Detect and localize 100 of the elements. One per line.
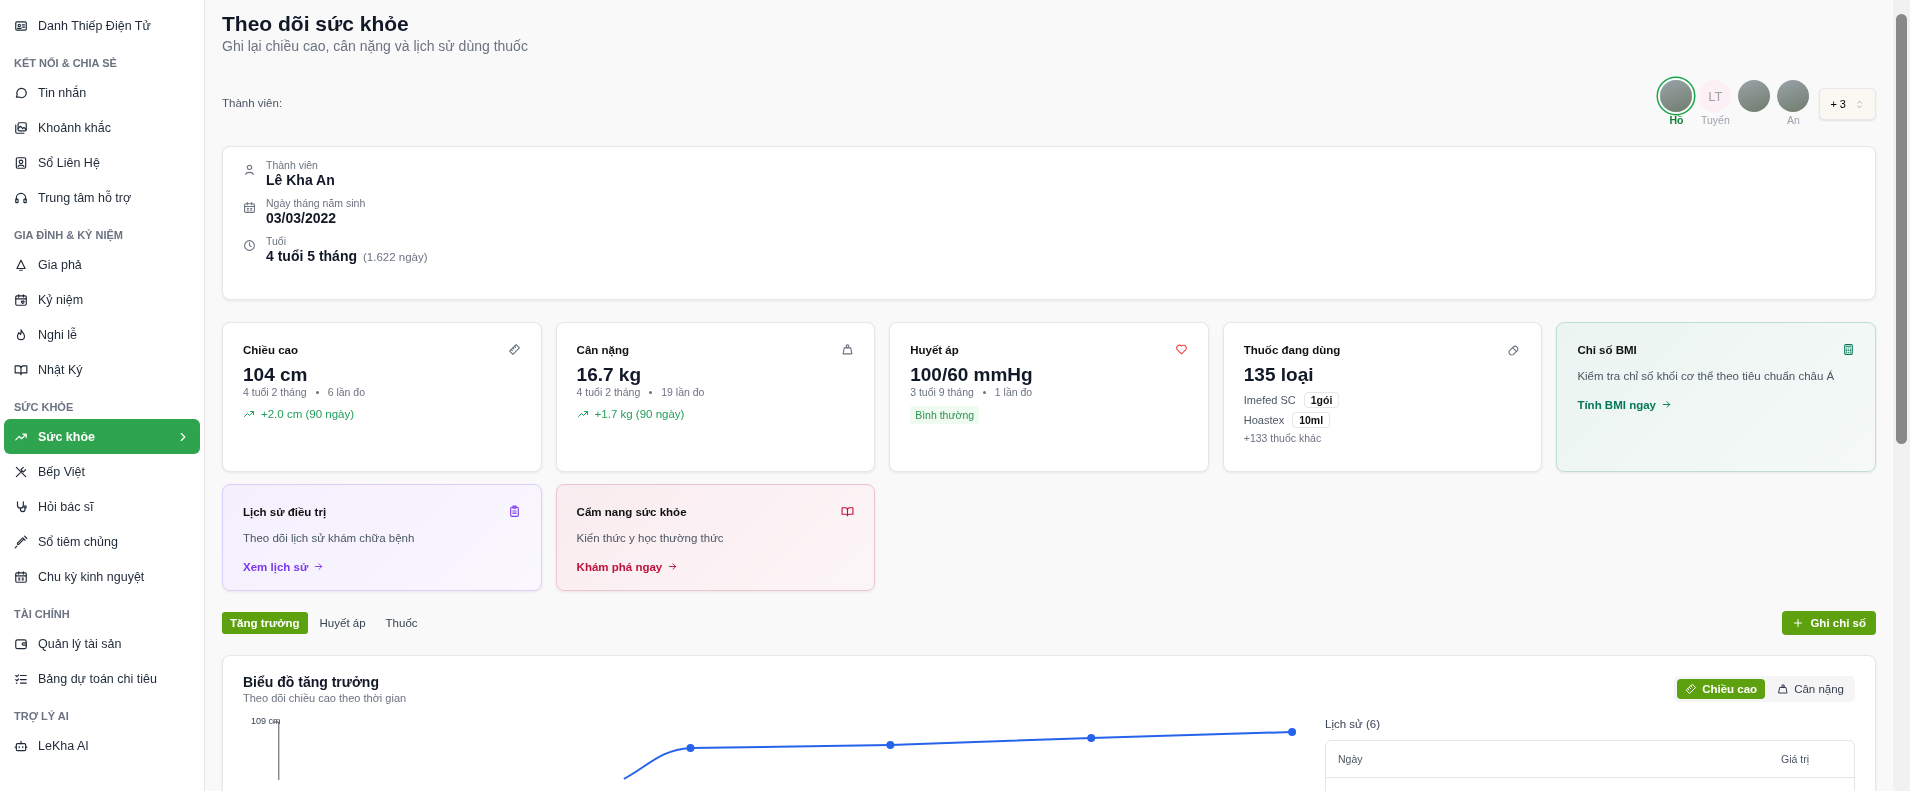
sidebar-item[interactable]: Nhật Ký	[4, 352, 200, 387]
card-title: Cẩm nang sức khỏe	[576, 505, 687, 518]
section-heading: SỨC KHỎE	[13, 400, 75, 415]
sidebar-item[interactable]: Bếp Việt	[4, 454, 200, 489]
images-icon	[14, 120, 28, 135]
person-icon	[243, 163, 256, 176]
avatar-placeholder[interactable]	[1660, 80, 1693, 112]
clipboard-icon	[507, 505, 521, 518]
field-value: 4 tuổi 5 tháng	[266, 248, 357, 264]
y-axis-label: 109 cm	[251, 716, 281, 726]
sidebar-item[interactable]: Danh Thiếp Điện Tử	[4, 8, 200, 43]
section-heading: TÀI CHÍNH	[13, 607, 71, 622]
sidebar-item[interactable]: Trung tâm hỗ trợ	[4, 180, 200, 215]
flame-icon	[14, 327, 28, 342]
chart-subtitle: Theo dõi chiều cao theo thời gian	[243, 692, 407, 704]
metric-toggle[interactable]: Cân nặng	[1769, 679, 1852, 699]
sidebar-item[interactable]: Bảng dự toán chi tiêu	[4, 661, 200, 696]
field-value: Lê Kha An	[266, 172, 335, 188]
members-label: Thành viên:	[222, 97, 283, 109]
section-heading: GIA ĐÌNH & KỶ NIỆM	[13, 228, 124, 244]
field-label: Ngày tháng năm sinh	[266, 197, 366, 209]
bullet-dot	[982, 390, 986, 394]
measure-count: 1 lần đo	[994, 386, 1033, 398]
trend-up-icon	[243, 408, 255, 420]
arrow-right-icon	[667, 561, 679, 573]
member-name: Tuyến	[1701, 114, 1730, 126]
book-icon	[841, 505, 855, 518]
measure-count: 19 lần đo	[661, 386, 705, 398]
card-title: Cân nặng	[576, 343, 629, 356]
sidebar-item[interactable]: Sổ Liên Hệ	[4, 145, 200, 180]
measure-age: 3 tuổi 9 tháng	[910, 386, 974, 398]
field-value: 03/03/2022	[266, 210, 337, 226]
sidebar-item[interactable]: Quản lý tài sản	[4, 626, 200, 661]
medication-name: Hoastex	[1243, 414, 1285, 426]
robot-icon	[14, 738, 28, 753]
checklist-icon	[14, 671, 28, 686]
sidebar-item[interactable]: Nghi lễ	[4, 317, 200, 352]
section-heading: KẾT NỐI & CHIA SẺ	[13, 56, 118, 71]
card-value: 100/60 mmHg	[910, 364, 1034, 386]
card-title: Huyết áp	[910, 343, 959, 356]
scrollbar-thumb[interactable]	[1896, 14, 1907, 444]
page-title: Theo dõi sức khỏe	[222, 12, 410, 36]
book-icon	[14, 362, 28, 377]
tab[interactable]: Huyết áp	[311, 612, 374, 634]
card-value: 16.7 kg	[576, 364, 643, 386]
member-name: Hồ	[1669, 114, 1684, 126]
sidebar-item[interactable]: Chu kỳ kinh nguyệt	[4, 559, 200, 594]
card-value: 135 loại	[1243, 364, 1315, 386]
card-title: Chiều cao	[243, 343, 298, 356]
tab[interactable]: Thuốc	[377, 612, 426, 634]
card-description: Kiểm tra chỉ số khối cơ thể theo tiêu chuẩn châu Á	[1577, 369, 1836, 384]
sidebar-item[interactable]: Kỷ niệm	[4, 282, 200, 317]
calendar-icon	[14, 569, 28, 584]
sidebar-item[interactable]: Tin nhắn	[4, 75, 200, 110]
up-down-chevron-icon	[1854, 98, 1865, 110]
clock-icon	[243, 239, 256, 252]
field-note: (1.622 ngày)	[363, 251, 428, 263]
sidebar-item[interactable]: Hỏi bác sĩ	[4, 489, 200, 524]
status-badge: Bình thường	[910, 406, 980, 424]
field-label: Thành viên	[266, 159, 319, 171]
avatar-placeholder[interactable]	[1738, 80, 1771, 112]
ruler-icon	[507, 343, 521, 356]
card-description: Theo dõi lịch sử khám chữa bệnh	[243, 531, 416, 546]
card-link[interactable]: Tính BMI ngay	[1577, 398, 1672, 411]
sidebar-item[interactable]: Gia phả	[4, 247, 200, 282]
card-title: Chỉ số BMI	[1577, 343, 1637, 356]
card-link[interactable]: Khám phá ngay	[576, 560, 679, 573]
id-card-icon	[14, 18, 28, 33]
chat-bubble-icon	[14, 85, 28, 100]
sidebar-item[interactable]: Khoảnh khắc	[4, 110, 200, 145]
member-name: An	[1786, 114, 1800, 126]
card-title: Thuốc đang dùng	[1243, 343, 1341, 356]
heart-icon	[1174, 343, 1188, 356]
dose-tag: 1gói	[1303, 392, 1340, 408]
weight-icon	[841, 343, 855, 356]
field-label: Tuổi	[266, 235, 288, 247]
medication-name: Imefed SC	[1243, 394, 1296, 406]
avatar-placeholder[interactable]	[1777, 80, 1810, 112]
chart-title: Biểu đồ tăng trưởng	[243, 674, 380, 690]
trend-text: +2.0 cm (90 ngày)	[243, 408, 521, 420]
wallet-icon	[14, 636, 28, 651]
card-link[interactable]: Xem lịch sử	[243, 560, 325, 573]
arrow-right-icon	[313, 561, 325, 573]
stethoscope-icon	[14, 499, 28, 514]
card-description: Kiến thức y học thường thức	[576, 531, 725, 546]
calculator-icon	[1842, 343, 1855, 356]
weight-icon	[1777, 683, 1790, 695]
page-subtitle: Ghi lại chiều cao, cân nặng và lịch sử dùng thuốc	[222, 38, 529, 54]
section-heading: TRỢ LÝ AI	[13, 709, 70, 725]
more-members-dropdown[interactable]: + 3	[1819, 88, 1876, 120]
measure-count: 6 lần đo	[327, 386, 365, 398]
sidebar-item[interactable]: Sổ tiêm chủng	[4, 524, 200, 559]
bullet-dot	[315, 390, 319, 394]
measure-age: 4 tuổi 2 tháng	[243, 386, 307, 398]
dose-tag: 10ml	[1292, 412, 1331, 428]
card-title: Lịch sử điều trị	[243, 505, 327, 518]
scrollbar[interactable]	[1893, 0, 1910, 791]
sidebar-item[interactable]: LeKha AI	[4, 728, 200, 763]
measure-age: 4 tuổi 2 tháng	[576, 386, 641, 398]
trend-text: +1.7 kg (90 ngày)	[576, 408, 855, 420]
